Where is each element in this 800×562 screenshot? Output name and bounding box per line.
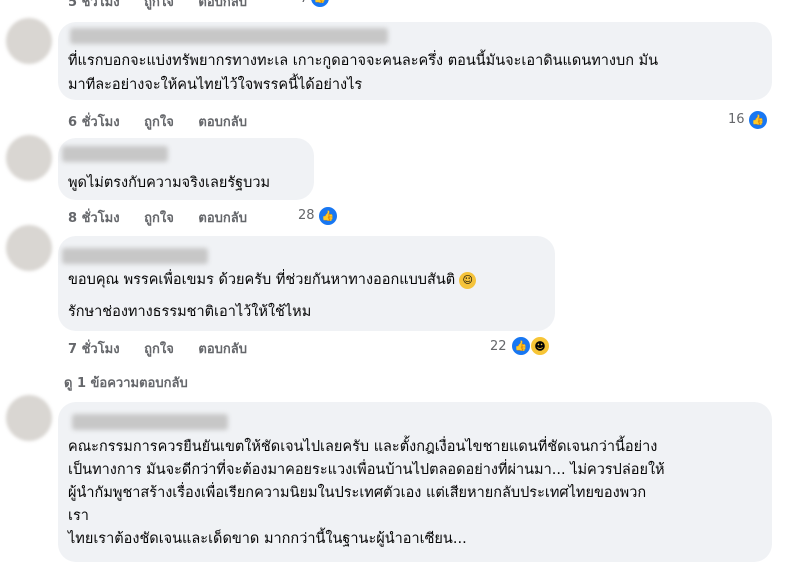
comment-text-line: ขอบคุณ พรรคเพื่อเขมร ด้วยครับ ที่ช่วยกัน…: [68, 268, 477, 292]
like-button[interactable]: ถูกใจ: [144, 211, 174, 226]
comment-text-content: ขอบคุณ พรรคเพื่อเขมร ด้วยครับ ที่ช่วยกัน…: [68, 272, 456, 288]
comment-meta-top: 5 ชั่วโมง ถูกใจ ตอบกลับ: [68, 0, 267, 12]
smiling-face-emoji-icon: ☺: [459, 271, 477, 289]
like-button[interactable]: ถูกใจ: [144, 115, 174, 130]
commenter-name-blurred[interactable]: [70, 28, 388, 44]
like-thumb-icon: 👍: [511, 336, 531, 356]
like-button[interactable]: ถูกใจ: [144, 342, 174, 357]
comment-text-line: ที่แรกบอกจะแบ่งทรัพยากรทางทะเล เกาะกูดอา…: [68, 53, 659, 69]
comment-text-line: ผู้นำกัมพูชาสร้างเรื่องเพื่อเรียกความนิย…: [68, 485, 647, 501]
comment-text-line: รักษาช่องทางธรรมชาติเอาไว้ให้ใช้ไหม: [68, 304, 312, 320]
comment-time[interactable]: 7 ชั่วโมง: [68, 342, 120, 357]
comment-bubble: ขอบคุณ พรรคเพื่อเขมร ด้วยครับ ที่ช่วยกัน…: [58, 236, 555, 331]
reply-button[interactable]: ตอบกลับ: [198, 0, 247, 10]
comment-text-line: ไทยเราต้องชัดเจนและเด็ดขาด มากกว่านี้ในฐ…: [68, 531, 467, 547]
reply-button[interactable]: ตอบกลับ: [198, 342, 247, 357]
commenter-name-blurred[interactable]: [62, 146, 168, 162]
like-button[interactable]: ถูกใจ: [144, 0, 174, 10]
reaction-count[interactable]: 22: [490, 339, 507, 354]
reaction-count[interactable]: 16: [728, 112, 745, 127]
avatar[interactable]: [6, 395, 52, 441]
haha-reaction-icon: ☻: [530, 336, 550, 356]
reaction-count[interactable]: 28: [298, 208, 315, 223]
reaction-count[interactable]: 7: [300, 0, 308, 6]
avatar[interactable]: [6, 225, 52, 271]
avatar[interactable]: [6, 135, 52, 181]
comment-bubble: พูดไม่ตรงกับความจริงเลยรัฐบวม: [58, 138, 314, 200]
comment-text-line: เป็นทางการ มันจะดีกว่าที่จะต้องมาคอยระแว…: [68, 462, 665, 478]
comment-time[interactable]: 8 ชั่วโมง: [68, 211, 120, 226]
comment-text-line: เรา: [68, 508, 89, 524]
reply-button[interactable]: ตอบกลับ: [198, 115, 247, 130]
comment-meta: 6 ชั่วโมง ถูกใจ ตอบกลับ: [68, 111, 267, 132]
comment-text-line: มาทีละอย่างจะให้คนไทยไว้ใจพรรคนี้ได้อย่า…: [68, 77, 363, 93]
comment-text-line: คณะกรรมการควรยืนยันเขตให้ชัดเจนไปเลยครับ…: [68, 439, 658, 455]
comment-time[interactable]: 6 ชั่วโมง: [68, 115, 120, 130]
comment-meta: 8 ชั่วโมง ถูกใจ ตอบกลับ: [68, 207, 267, 228]
view-replies-link[interactable]: ดู 1 ข้อความตอบกลับ: [64, 372, 188, 393]
commenter-name-blurred[interactable]: [72, 414, 228, 430]
like-thumb-icon: 👍: [310, 0, 330, 8]
like-thumb-icon: 👍: [748, 110, 768, 130]
reply-button[interactable]: ตอบกลับ: [198, 211, 247, 226]
comment-bubble: ที่แรกบอกจะแบ่งทรัพยากรทางทะเล เกาะกูดอา…: [58, 22, 772, 100]
like-thumb-icon: 👍: [318, 206, 338, 226]
comment-bubble: คณะกรรมการควรยืนยันเขตให้ชัดเจนไปเลยครับ…: [58, 402, 772, 562]
commenter-name-blurred[interactable]: [62, 248, 208, 264]
comment-time[interactable]: 5 ชั่วโมง: [68, 0, 120, 10]
comment-meta: 7 ชั่วโมง ถูกใจ ตอบกลับ: [68, 338, 267, 359]
comment-text-line: พูดไม่ตรงกับความจริงเลยรัฐบวม: [68, 175, 271, 191]
avatar[interactable]: [6, 18, 52, 64]
